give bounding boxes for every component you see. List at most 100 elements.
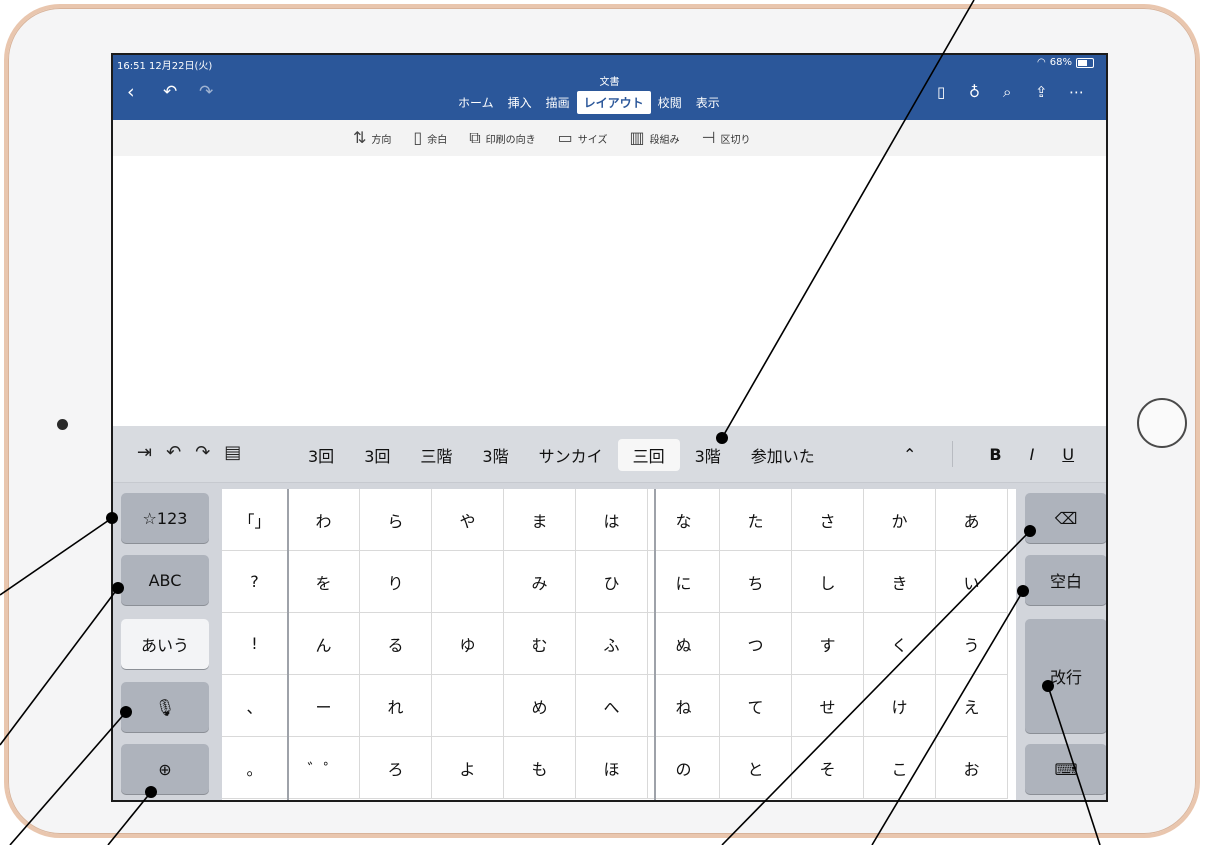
kana-key[interactable]: て <box>720 675 792 737</box>
kana-key[interactable]: さ <box>792 489 864 551</box>
kana-key[interactable]: そ <box>792 737 864 799</box>
kana-key[interactable]: せ <box>792 675 864 737</box>
ribbon-margins[interactable]: ▯ 余白 <box>413 130 447 146</box>
kana-key[interactable]: の <box>648 737 720 799</box>
ribbon-breaks[interactable]: ⊣ 区切り <box>702 130 751 146</box>
tab-draw[interactable]: 描画 <box>539 91 577 114</box>
back-icon[interactable]: ‹ <box>127 81 135 103</box>
phone-view-icon[interactable]: ▯ <box>937 81 945 103</box>
kana-key[interactable]: ろ <box>360 737 432 799</box>
kana-key[interactable] <box>432 675 504 737</box>
tab-home[interactable]: ホーム <box>451 91 501 114</box>
kana-key[interactable]: た <box>720 489 792 551</box>
candidate[interactable]: 3階 <box>467 439 523 471</box>
hide-keyboard-key[interactable]: ⌨ <box>1025 744 1106 794</box>
undo-icon[interactable]: ↶ <box>166 442 181 463</box>
kana-key[interactable]: れ <box>360 675 432 737</box>
tab-layout[interactable]: レイアウト <box>576 91 651 114</box>
kana-key[interactable]: き <box>864 551 936 613</box>
underline-button[interactable]: U <box>1062 445 1074 464</box>
kana-key[interactable]: す <box>792 613 864 675</box>
kana-key[interactable]: う <box>936 613 1008 675</box>
kana-key[interactable]: め <box>504 675 576 737</box>
expand-candidates-icon[interactable]: ⌃ <box>903 445 916 464</box>
kana-key[interactable]: え <box>936 675 1008 737</box>
delete-key[interactable]: ⌫ <box>1025 493 1106 543</box>
kana-key[interactable]: ね <box>648 675 720 737</box>
kana-key[interactable]: 「」 <box>222 489 288 551</box>
space-key[interactable]: 空白 <box>1025 555 1106 605</box>
kana-key[interactable] <box>432 551 504 613</box>
kana-key[interactable]: よ <box>432 737 504 799</box>
candidate[interactable]: サンカイ <box>524 439 618 471</box>
search-icon[interactable]: ⌕ <box>1003 81 1011 103</box>
kana-key[interactable]: る <box>360 613 432 675</box>
abc-key[interactable]: ABC <box>121 555 209 605</box>
kana-key[interactable]: ー <box>288 675 360 737</box>
kana-key[interactable]: ち <box>720 551 792 613</box>
kana-key[interactable]: ? <box>222 551 288 613</box>
undo-icon[interactable]: ↶ <box>163 81 177 103</box>
kana-key[interactable]: ほ <box>576 737 648 799</box>
candidate[interactable]: 三階 <box>405 439 467 471</box>
kana-key[interactable]: む <box>504 613 576 675</box>
redo-icon[interactable]: ↷ <box>195 442 210 463</box>
kana-key[interactable]: く <box>864 613 936 675</box>
kana-key[interactable]: り <box>360 551 432 613</box>
kana-key[interactable]: あ <box>936 489 1008 551</box>
kana-key[interactable]: ゆ <box>432 613 504 675</box>
ribbon-size[interactable]: ▭ サイズ <box>558 130 608 146</box>
kana-key[interactable]: ! <box>222 613 288 675</box>
kana-key[interactable]: し <box>792 551 864 613</box>
home-button[interactable] <box>1137 398 1187 448</box>
kana-key[interactable]: ひ <box>576 551 648 613</box>
kana-key[interactable]: ゛゜ <box>288 737 360 799</box>
kana-key[interactable]: な <box>648 489 720 551</box>
kana-key[interactable]: に <box>648 551 720 613</box>
paste-icon[interactable]: ▤ <box>224 442 241 463</box>
kana-key[interactable]: あいう <box>121 619 209 669</box>
kana-key[interactable]: か <box>864 489 936 551</box>
microphone-key[interactable]: 🎙 <box>121 682 209 732</box>
tab-insert[interactable]: 挿入 <box>501 91 539 114</box>
kana-key[interactable]: わ <box>288 489 360 551</box>
ribbon-orientation[interactable]: ⧉ 印刷の向き <box>469 130 535 146</box>
kana-key[interactable]: へ <box>576 675 648 737</box>
ribbon-columns[interactable]: ▥ 段組み <box>629 130 679 146</box>
share-icon[interactable]: ⇪ <box>1035 81 1048 103</box>
candidate[interactable]: 参加いた <box>736 439 830 471</box>
tab-key-icon[interactable]: ⇥ <box>137 442 152 463</box>
kana-key[interactable]: つ <box>720 613 792 675</box>
bold-button[interactable]: B <box>989 445 1001 464</box>
candidate[interactable]: 3階 <box>680 439 736 471</box>
kana-key[interactable]: を <box>288 551 360 613</box>
kana-key[interactable]: い <box>936 551 1008 613</box>
kana-key[interactable]: ら <box>360 489 432 551</box>
kana-key[interactable]: ふ <box>576 613 648 675</box>
kana-key[interactable]: ぬ <box>648 613 720 675</box>
candidate[interactable]: 3回 <box>293 439 349 471</box>
tab-review[interactable]: 校閲 <box>651 91 689 114</box>
globe-key[interactable]: ⊕ <box>121 744 209 794</box>
kana-key[interactable]: お <box>936 737 1008 799</box>
enter-key[interactable]: 改行 <box>1025 619 1106 733</box>
kana-key[interactable]: け <box>864 675 936 737</box>
kana-key[interactable]: こ <box>864 737 936 799</box>
redo-icon[interactable]: ↷ <box>199 81 213 103</box>
ribbon-text-direction[interactable]: ⇅ 方向 <box>353 130 391 146</box>
kana-key[interactable]: も <box>504 737 576 799</box>
lightbulb-icon[interactable]: ♁ <box>969 81 980 103</box>
kana-key[interactable]: み <box>504 551 576 613</box>
kana-key[interactable]: 。 <box>222 737 288 799</box>
tab-view[interactable]: 表示 <box>689 91 727 114</box>
symbols-key[interactable]: ☆123 <box>121 493 209 543</box>
candidate-selected[interactable]: 三回 <box>617 439 680 471</box>
kana-key[interactable]: ま <box>504 489 576 551</box>
kana-key[interactable]: ん <box>288 613 360 675</box>
kana-key[interactable]: 、 <box>222 675 288 737</box>
candidate[interactable]: 3回 <box>349 439 405 471</box>
more-icon[interactable]: ⋯ <box>1069 81 1084 103</box>
kana-key[interactable]: と <box>720 737 792 799</box>
kana-key[interactable]: は <box>576 489 648 551</box>
kana-key[interactable]: や <box>432 489 504 551</box>
